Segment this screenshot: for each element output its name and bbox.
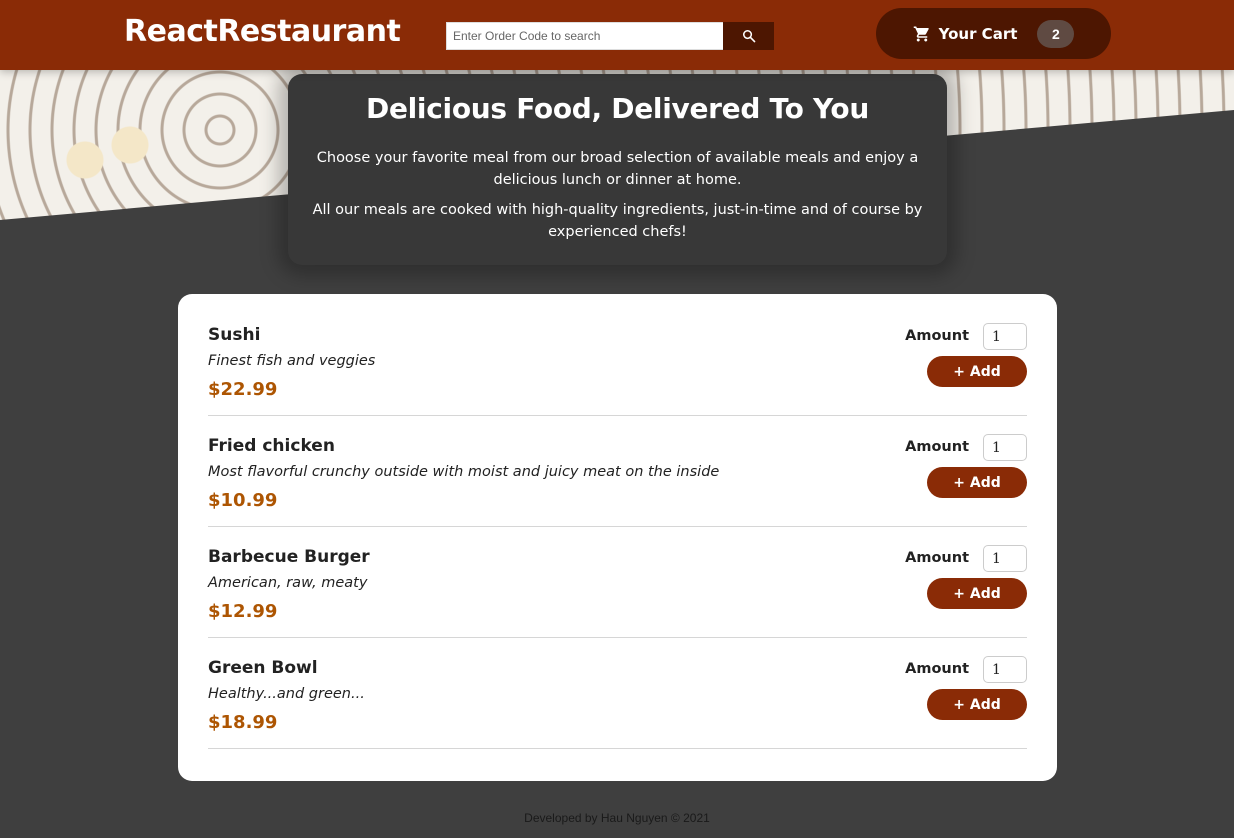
amount-input[interactable]: [983, 323, 1027, 350]
meal-item: Sushi Finest fish and veggies $22.99 Amo…: [208, 305, 1027, 416]
search-button[interactable]: [723, 22, 774, 50]
add-to-cart-button[interactable]: + Add: [927, 578, 1027, 609]
meal-item: Green Bowl Healthy...and green... $18.99…: [208, 638, 1027, 749]
amount-label: Amount: [905, 550, 969, 566]
add-to-cart-button[interactable]: + Add: [927, 356, 1027, 387]
meal-item: Barbecue Burger American, raw, meaty $12…: [208, 527, 1027, 638]
add-to-cart-button[interactable]: + Add: [927, 689, 1027, 720]
amount-input[interactable]: [983, 545, 1027, 572]
amount-label: Amount: [905, 328, 969, 344]
shopping-cart-icon: [913, 26, 929, 41]
search-icon: [742, 29, 755, 43]
cart-label: Your Cart: [938, 24, 1018, 43]
top-header: ReactRestaurant Your Cart 2: [0, 0, 1234, 70]
meal-description: Most flavorful crunchy outside with mois…: [208, 464, 720, 480]
meal-description: Healthy...and green...: [208, 686, 365, 702]
summary-paragraph-1: Choose your favorite meal from our broad…: [316, 150, 919, 188]
amount-input[interactable]: [983, 434, 1027, 461]
meal-description: American, raw, meaty: [208, 575, 368, 591]
cart-button[interactable]: Your Cart 2: [876, 8, 1111, 59]
footer-credit: Developed by Hau Nguyen © 2021: [524, 811, 710, 825]
meal-price: $12.99: [208, 601, 278, 622]
meal-name: Green Bowl: [208, 658, 318, 678]
summary-paragraph-2: All our meals are cooked with high-quali…: [312, 202, 923, 240]
meal-name: Fried chicken: [208, 436, 335, 456]
meal-name: Barbecue Burger: [208, 547, 370, 567]
summary-title: Delicious Food, Delivered To You: [366, 92, 869, 125]
amount-label: Amount: [905, 439, 969, 455]
search-bar: [446, 22, 774, 50]
meals-list-card: Sushi Finest fish and veggies $22.99 Amo…: [178, 294, 1057, 781]
amount-input[interactable]: [983, 656, 1027, 683]
amount-label: Amount: [905, 661, 969, 677]
meal-item: Fried chicken Most flavorful crunchy out…: [208, 416, 1027, 527]
order-code-search-input[interactable]: [446, 22, 723, 50]
summary-card: Delicious Food, Delivered To You Choose …: [288, 74, 947, 265]
meal-name: Sushi: [208, 325, 261, 345]
meal-price: $18.99: [208, 712, 278, 733]
cart-count-badge: 2: [1037, 19, 1075, 48]
add-to-cart-button[interactable]: + Add: [927, 467, 1027, 498]
meal-description: Finest fish and veggies: [208, 353, 376, 369]
meal-price: $10.99: [208, 490, 278, 511]
meal-price: $22.99: [208, 379, 278, 400]
brand-title: ReactRestaurant: [124, 14, 401, 49]
